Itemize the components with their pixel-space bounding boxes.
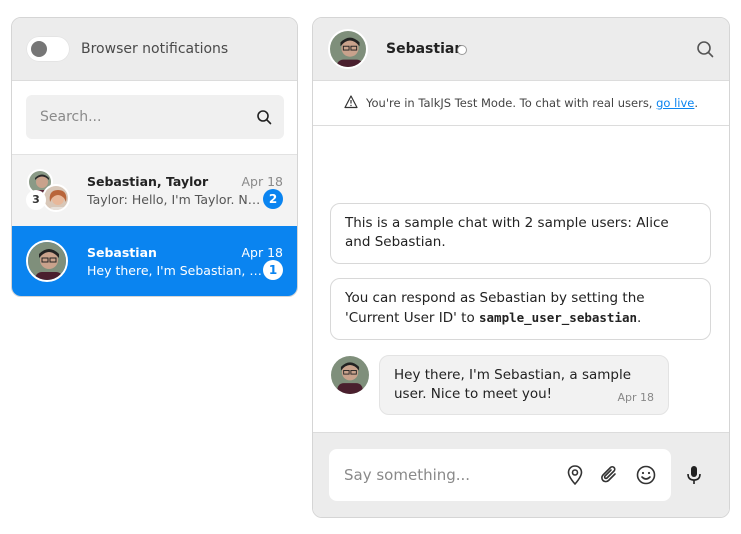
- test-mode-text: You're in TalkJS Test Mode. To chat with…: [366, 96, 698, 110]
- test-mode-period: .: [694, 96, 699, 110]
- avatar: [331, 356, 369, 394]
- avatar[interactable]: [328, 29, 368, 69]
- search-input[interactable]: [26, 95, 260, 139]
- online-status-icon: [457, 45, 467, 55]
- avatar: [26, 240, 68, 282]
- inbox-panel: Browser notifications 3 Se: [11, 17, 298, 297]
- search-icon[interactable]: [696, 40, 714, 58]
- unread-badge: 1: [263, 260, 283, 280]
- system-message-end: .: [637, 310, 642, 326]
- go-live-link[interactable]: go live: [656, 96, 694, 110]
- test-mode-banner: You're in TalkJS Test Mode. To chat with…: [313, 81, 729, 126]
- conversation-date: Apr 18: [241, 245, 283, 260]
- location-icon[interactable]: [564, 464, 586, 486]
- attachment-icon[interactable]: [599, 464, 621, 486]
- chat-header: Sebastian: [313, 18, 729, 81]
- member-count-badge: 3: [26, 190, 46, 210]
- message-text: Hey there, I'm Sebastian, a sample user.…: [394, 367, 632, 402]
- emoji-icon[interactable]: [635, 464, 657, 486]
- composer-box: [329, 449, 671, 501]
- notifications-label: Browser notifications: [81, 41, 229, 57]
- warning-icon: [344, 95, 358, 109]
- notifications-toggle[interactable]: [26, 36, 70, 62]
- message-bubble[interactable]: Hey there, I'm Sebastian, a sample user.…: [379, 355, 669, 415]
- notifications-bar: Browser notifications: [12, 18, 297, 81]
- toggle-knob: [31, 41, 47, 57]
- conversation-preview: Hey there, I'm Sebastian, a sample user.…: [87, 263, 262, 278]
- conversation-date: Apr 18: [241, 174, 283, 189]
- user-id-code: sample_user_sebastian: [479, 310, 638, 325]
- message-timestamp: Apr 18: [617, 391, 654, 404]
- message-input[interactable]: [329, 449, 559, 501]
- unread-badge: 2: [263, 189, 283, 209]
- microphone-icon[interactable]: [683, 464, 705, 486]
- system-message: This is a sample chat with 2 sample user…: [330, 203, 711, 264]
- test-mode-message: You're in TalkJS Test Mode. To chat with…: [366, 96, 653, 110]
- avatar: [42, 184, 70, 212]
- chat-header-name[interactable]: Sebastian: [386, 41, 464, 57]
- search-box: [26, 95, 284, 139]
- composer-bar: [313, 432, 729, 517]
- system-message: You can respond as Sebastian by setting …: [330, 278, 711, 340]
- search-icon[interactable]: [256, 109, 272, 125]
- system-message-text: This is a sample chat with 2 sample user…: [345, 215, 669, 250]
- conversation-preview: Taylor: Hello, I'm Taylor. Nice to meet …: [87, 192, 262, 207]
- conversation-title: Sebastian, Taylor: [87, 174, 209, 189]
- conversation-title: Sebastian: [87, 245, 157, 260]
- conversation-item-sebastian-taylor[interactable]: 3 Sebastian, Taylor Apr 18 Taylor: Hello…: [12, 154, 297, 226]
- chat-panel: Sebastian You're in TalkJS Test Mode. To…: [312, 17, 730, 518]
- conversation-item-sebastian[interactable]: Sebastian Apr 18 Hey there, I'm Sebastia…: [12, 226, 297, 296]
